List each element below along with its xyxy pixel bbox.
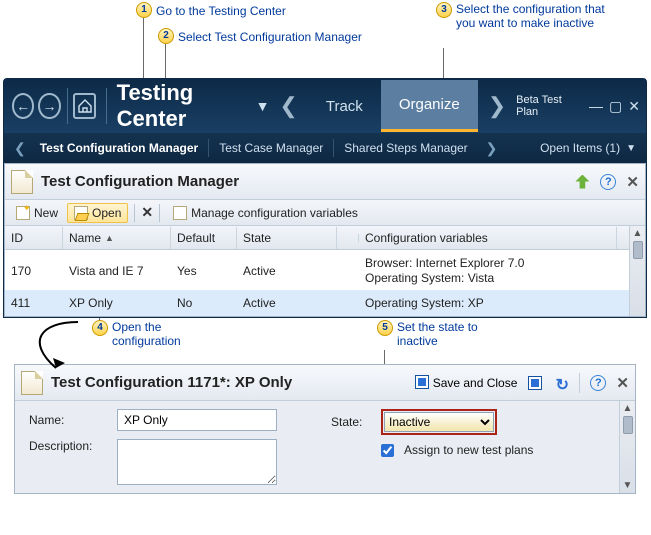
config-vars-cell: Browser: Internet Explorer 7.0 Operating… bbox=[359, 250, 617, 292]
open-items[interactable]: Open Items (1) bbox=[540, 141, 622, 155]
forward-button[interactable]: → bbox=[38, 93, 60, 119]
col-default[interactable]: Default bbox=[171, 227, 237, 249]
manage-config-vars-button[interactable]: Manage configuration variables bbox=[166, 203, 365, 223]
config-detail-panel: Test Configuration 1171*: XP Only Save a… bbox=[14, 364, 636, 494]
home-icon[interactable] bbox=[73, 93, 95, 119]
manager-panel: Test Configuration Manager ? ✕ New Open … bbox=[4, 163, 646, 317]
tab-track[interactable]: Track bbox=[308, 82, 381, 131]
table-row[interactable]: 170 Vista and IE 7 Yes Active Browser: I… bbox=[5, 250, 629, 290]
document-icon bbox=[11, 170, 33, 194]
col-name[interactable]: Name▲ bbox=[63, 227, 171, 249]
manager-toolbar: New Open ✕ Manage configuration variable… bbox=[5, 200, 645, 226]
grid-header: ID Name▲ Default State Configuration var… bbox=[5, 226, 629, 250]
window-maximize-icon[interactable]: ▢ bbox=[609, 98, 622, 115]
panel-close-icon[interactable]: ✕ bbox=[626, 173, 639, 191]
state-select[interactable]: Inactive bbox=[384, 412, 494, 432]
config-grid: ID Name▲ Default State Configuration var… bbox=[5, 226, 629, 316]
state-label: State: bbox=[331, 415, 371, 429]
app-title-dropdown-icon[interactable]: ▼ bbox=[256, 98, 270, 114]
description-input[interactable] bbox=[117, 439, 277, 485]
state-select-wrap: Inactive bbox=[381, 409, 497, 435]
panel-close-icon[interactable]: ✕ bbox=[616, 374, 629, 392]
subnav-test-configuration-manager[interactable]: Test Configuration Manager bbox=[30, 141, 208, 155]
subnav-next-icon[interactable]: ❯ bbox=[482, 140, 502, 157]
subnav-prev-icon[interactable]: ❮ bbox=[10, 140, 30, 157]
delete-button[interactable]: ✕ bbox=[141, 204, 153, 221]
name-label: Name: bbox=[29, 413, 107, 427]
open-button[interactable]: Open bbox=[67, 203, 128, 223]
window-close-icon[interactable]: ✕ bbox=[628, 98, 640, 115]
callout-1: Go to the Testing Center bbox=[156, 4, 286, 18]
title-bar: ← → Testing Center ▼ ❮ Track Organize ❯ … bbox=[4, 79, 646, 133]
help-icon[interactable]: ? bbox=[590, 375, 606, 391]
col-state[interactable]: State bbox=[237, 227, 337, 249]
vertical-scrollbar[interactable]: ▲ bbox=[629, 226, 645, 316]
col-config-vars[interactable]: Configuration variables bbox=[359, 227, 617, 249]
window-minimize-icon[interactable]: — bbox=[589, 98, 603, 115]
open-items-dropdown-icon[interactable]: ▼ bbox=[622, 143, 640, 154]
save-icon[interactable] bbox=[527, 375, 543, 391]
new-button[interactable]: New bbox=[9, 203, 65, 223]
tab-next-icon[interactable]: ❯ bbox=[478, 93, 516, 119]
callout-4: Open the configuration bbox=[112, 320, 212, 348]
assign-label: Assign to new test plans bbox=[404, 443, 533, 457]
callout-5: Set the state to inactive bbox=[397, 320, 507, 348]
back-button[interactable]: ← bbox=[12, 93, 34, 119]
undo-icon[interactable]: ↺ bbox=[553, 375, 569, 391]
tab-organize[interactable]: Organize bbox=[381, 80, 478, 132]
save-and-close-button[interactable]: Save and Close bbox=[415, 375, 518, 390]
description-label: Description: bbox=[29, 439, 107, 453]
table-row[interactable]: 411 XP Only No Active Operating System: … bbox=[5, 290, 629, 316]
vertical-scrollbar[interactable]: ▲▼ bbox=[619, 401, 635, 493]
callout-3: Select the configuration that you want t… bbox=[456, 2, 616, 30]
app-title[interactable]: Testing Center bbox=[117, 80, 244, 132]
manager-panel-title: Test Configuration Manager bbox=[41, 173, 239, 190]
assign-checkbox[interactable] bbox=[381, 444, 394, 457]
subnav-shared-steps-manager[interactable]: Shared Steps Manager bbox=[334, 141, 477, 155]
config-vars-cell: Operating System: XP bbox=[359, 290, 617, 316]
test-plan-label[interactable]: Beta Test Plan bbox=[516, 94, 579, 118]
name-input[interactable] bbox=[117, 409, 277, 431]
callout-2: Select Test Configuration Manager bbox=[178, 30, 362, 44]
app-window: ← → Testing Center ▼ ❮ Track Organize ❯ … bbox=[3, 78, 647, 318]
sub-nav-bar: ❮ Test Configuration Manager Test Case M… bbox=[4, 133, 646, 163]
tab-prev-icon[interactable]: ❮ bbox=[269, 93, 307, 119]
help-icon[interactable]: ? bbox=[600, 174, 616, 190]
subnav-test-case-manager[interactable]: Test Case Manager bbox=[209, 141, 333, 155]
col-id[interactable]: ID bbox=[5, 227, 63, 249]
refresh-icon[interactable] bbox=[574, 174, 590, 190]
